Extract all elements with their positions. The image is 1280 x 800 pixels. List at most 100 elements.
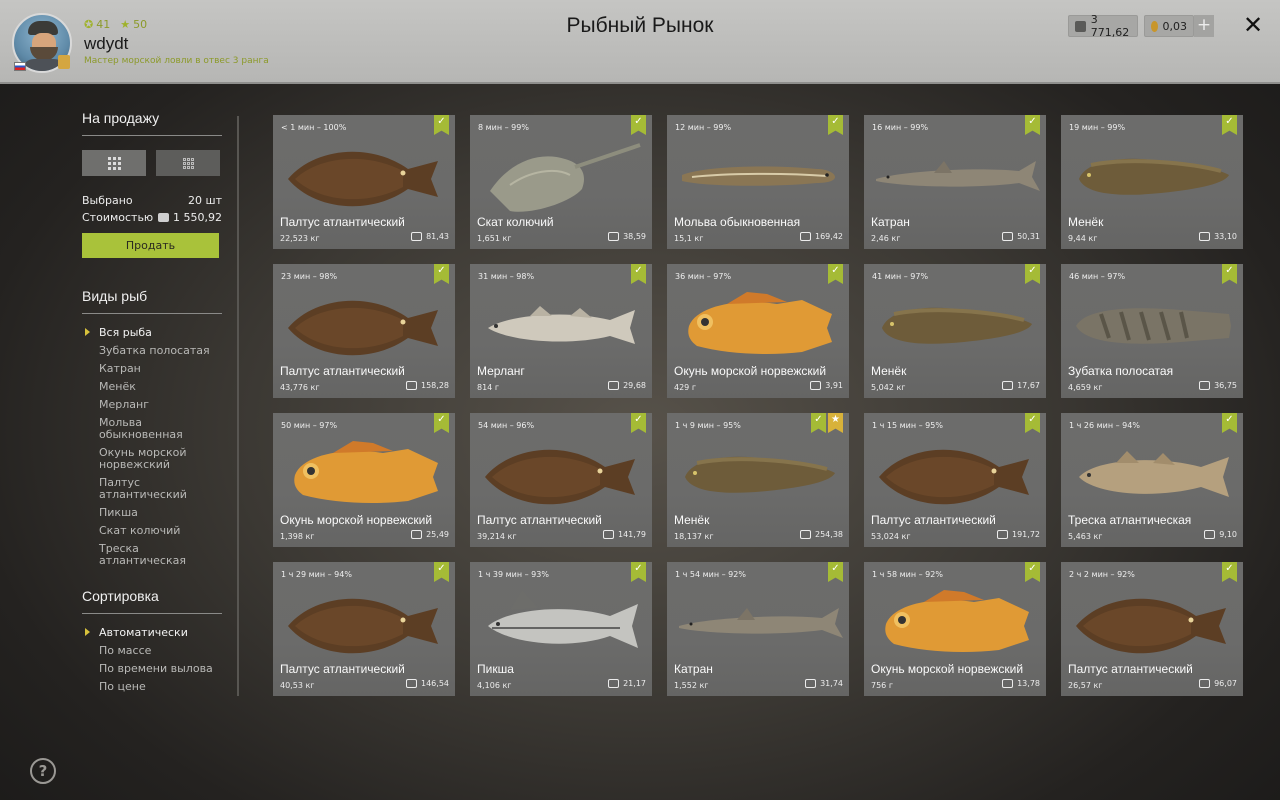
fish-card[interactable]: 2 ч 2 мин – 92% ✓ Палтус атлантический 26… (1061, 562, 1243, 696)
fish-card[interactable]: 1 ч 54 мин – 92% ✓ Катран 1,552 кг 31,74 (667, 562, 849, 696)
fish-card[interactable]: 12 мин – 99% ✓ Мольва обыкновенная 15,1 к… (667, 115, 849, 249)
species-filter-item[interactable]: Мольва обыкновенная (82, 414, 222, 444)
fish-card[interactable]: 16 мин – 99% ✓ Катран 2,46 кг 50,31 (864, 115, 1046, 249)
fish-price: 146,54 (406, 679, 449, 688)
species-filter-item[interactable]: Вся рыба (82, 324, 222, 342)
fish-price-value: 169,42 (815, 232, 843, 241)
fish-card[interactable]: 1 ч 15 мин – 95% ✓ Палтус атлантический 5… (864, 413, 1046, 547)
species-filter-item[interactable]: Палтус атлантический (82, 474, 222, 504)
fish-weight: 2,46 кг (871, 234, 901, 243)
fish-name: Палтус атлантический (871, 513, 996, 527)
fish-weight: 1,552 кг (674, 681, 709, 690)
species-filter-item[interactable]: Окунь морской норвежский (82, 444, 222, 474)
silver-coin-icon (997, 530, 1008, 539)
fish-card[interactable]: < 1 мин – 100% ✓ Палтус атлантический 22,… (273, 115, 455, 249)
fish-price-value: 96,07 (1214, 679, 1237, 688)
sell-button[interactable]: Продать (82, 233, 219, 258)
fish-card[interactable]: 54 мин – 96% ✓ Палтус атлантический 39,21… (470, 413, 652, 547)
fish-card[interactable]: 8 мин – 99% ✓ Скат колючий 1,651 кг 38,59 (470, 115, 652, 249)
grid-large-icon (107, 156, 121, 170)
fish-weight: 429 г (674, 383, 697, 392)
silver-coin-icon (603, 530, 614, 539)
silver-coin-icon (1199, 232, 1211, 241)
silver-coin-icon (800, 232, 811, 241)
fish-card[interactable]: 1 ч 58 мин – 92% ✓ Окунь морской норвежск… (864, 562, 1046, 696)
species-filter-item[interactable]: Менёк (82, 378, 222, 396)
fish-price-value: 33,10 (1214, 232, 1237, 241)
species-filter-item[interactable]: Пикша (82, 504, 222, 522)
fish-weight: 756 г (871, 681, 894, 690)
silver-value: 3 771,62 (1090, 13, 1130, 39)
add-currency-button[interactable]: + (1194, 15, 1214, 37)
fish-price-value: 191,72 (1012, 530, 1040, 539)
help-icon[interactable]: ? (30, 758, 56, 784)
fish-card[interactable]: 1 ч 9 мин – 95% ✓ ★ Менёк 18,137 кг 254,3… (667, 413, 849, 547)
grid-large-view-button[interactable] (82, 150, 146, 176)
fish-card[interactable]: 36 мин – 97% ✓ Окунь морской норвежский 4… (667, 264, 849, 398)
species-filter-item[interactable]: Скат колючий (82, 522, 222, 540)
fish-weight: 53,024 кг (871, 532, 911, 541)
fish-price-value: 81,43 (426, 232, 449, 241)
fish-card[interactable]: 1 ч 29 мин – 94% ✓ Палтус атлантический 4… (273, 562, 455, 696)
fish-image (882, 307, 1032, 344)
selected-value: 20 шт (188, 194, 222, 207)
country-flag-icon (14, 62, 26, 71)
fish-card[interactable]: 1 ч 26 мин – 94% ✓ Треска атлантическая 5… (1061, 413, 1243, 547)
species-filter-item[interactable]: Треска атлантическая (82, 540, 222, 570)
species-filter-item[interactable]: Зубатка полосатая (82, 342, 222, 360)
grid-small-view-button[interactable] (156, 150, 220, 176)
sidebar-divider (237, 116, 239, 696)
fish-image (488, 590, 638, 648)
silver-coin-icon (411, 232, 423, 241)
sort-option-item[interactable]: По цене (82, 678, 222, 696)
fish-card[interactable]: 46 мин – 97% ✓ Зубатка полосатая 4,659 кг… (1061, 264, 1243, 398)
fish-card[interactable]: 1 ч 39 мин – 93% ✓ Пикша 4,106 кг 21,17 (470, 562, 652, 696)
fish-name: Скат колючий (477, 215, 554, 229)
fish-name: Палтус атлантический (1068, 662, 1193, 676)
fish-card[interactable]: 31 мин – 98% ✓ Мерланг 814 г 29,68 (470, 264, 652, 398)
fish-image (876, 161, 1040, 191)
fish-price-value: 9,10 (1219, 530, 1237, 539)
fish-weight: 40,53 кг (280, 681, 315, 690)
fish-image (490, 143, 641, 212)
fish-image (294, 441, 438, 503)
fish-name: Треска атлантическая (1068, 513, 1192, 527)
fish-weight: 9,44 кг (1068, 234, 1098, 243)
fish-card[interactable]: 23 мин – 98% ✓ Палтус атлантический 43,77… (273, 264, 455, 398)
fish-card[interactable]: 41 мин – 97% ✓ Менёк 5,042 кг 17,67 (864, 264, 1046, 398)
species-filter-item[interactable]: Катран (82, 360, 222, 378)
gold-value: 0,03 (1162, 19, 1188, 33)
fish-price-value: 31,74 (820, 679, 843, 688)
fish-price: 17,67 (1002, 381, 1040, 390)
fish-card[interactable]: 19 мин – 99% ✓ Менёк 9,44 кг 33,10 (1061, 115, 1243, 249)
fish-image (485, 449, 635, 505)
gold-balance: 0,03 (1144, 15, 1194, 37)
fish-image (1079, 158, 1229, 195)
fish-price-value: 50,31 (1017, 232, 1040, 241)
fish-price-value: 25,49 (426, 530, 449, 539)
fish-price: 21,17 (608, 679, 646, 688)
view-toggles (82, 150, 222, 176)
fish-weight: 39,214 кг (477, 532, 517, 541)
silver-coin-icon (1199, 679, 1211, 688)
silver-coin-icon (810, 381, 822, 390)
sort-option-item[interactable]: По времени вылова (82, 660, 222, 678)
sort-option-item[interactable]: По массе (82, 642, 222, 660)
fish-name: Палтус атлантический (280, 364, 405, 378)
silver-balance: 3 771,62 (1068, 13, 1138, 39)
silver-coin-icon (608, 381, 620, 390)
fish-card[interactable]: 50 мин – 97% ✓ Окунь морской норвежский 1… (273, 413, 455, 547)
fish-name: Менёк (1068, 215, 1104, 229)
fish-weight: 1,398 кг (280, 532, 315, 541)
fish-image (879, 449, 1029, 505)
fish-name: Палтус атлантический (280, 662, 405, 676)
fish-name: Палтус атлантический (280, 215, 405, 229)
fish-image (1079, 451, 1229, 497)
fish-price: 38,59 (608, 232, 646, 241)
species-filter-item[interactable]: Мерланг (82, 396, 222, 414)
silver-coin-icon (608, 232, 620, 241)
close-icon[interactable]: ✕ (1240, 12, 1266, 38)
sort-option-item[interactable]: Автоматически (82, 624, 222, 642)
fish-price-value: 254,38 (815, 530, 843, 539)
fish-price: 25,49 (411, 530, 449, 539)
